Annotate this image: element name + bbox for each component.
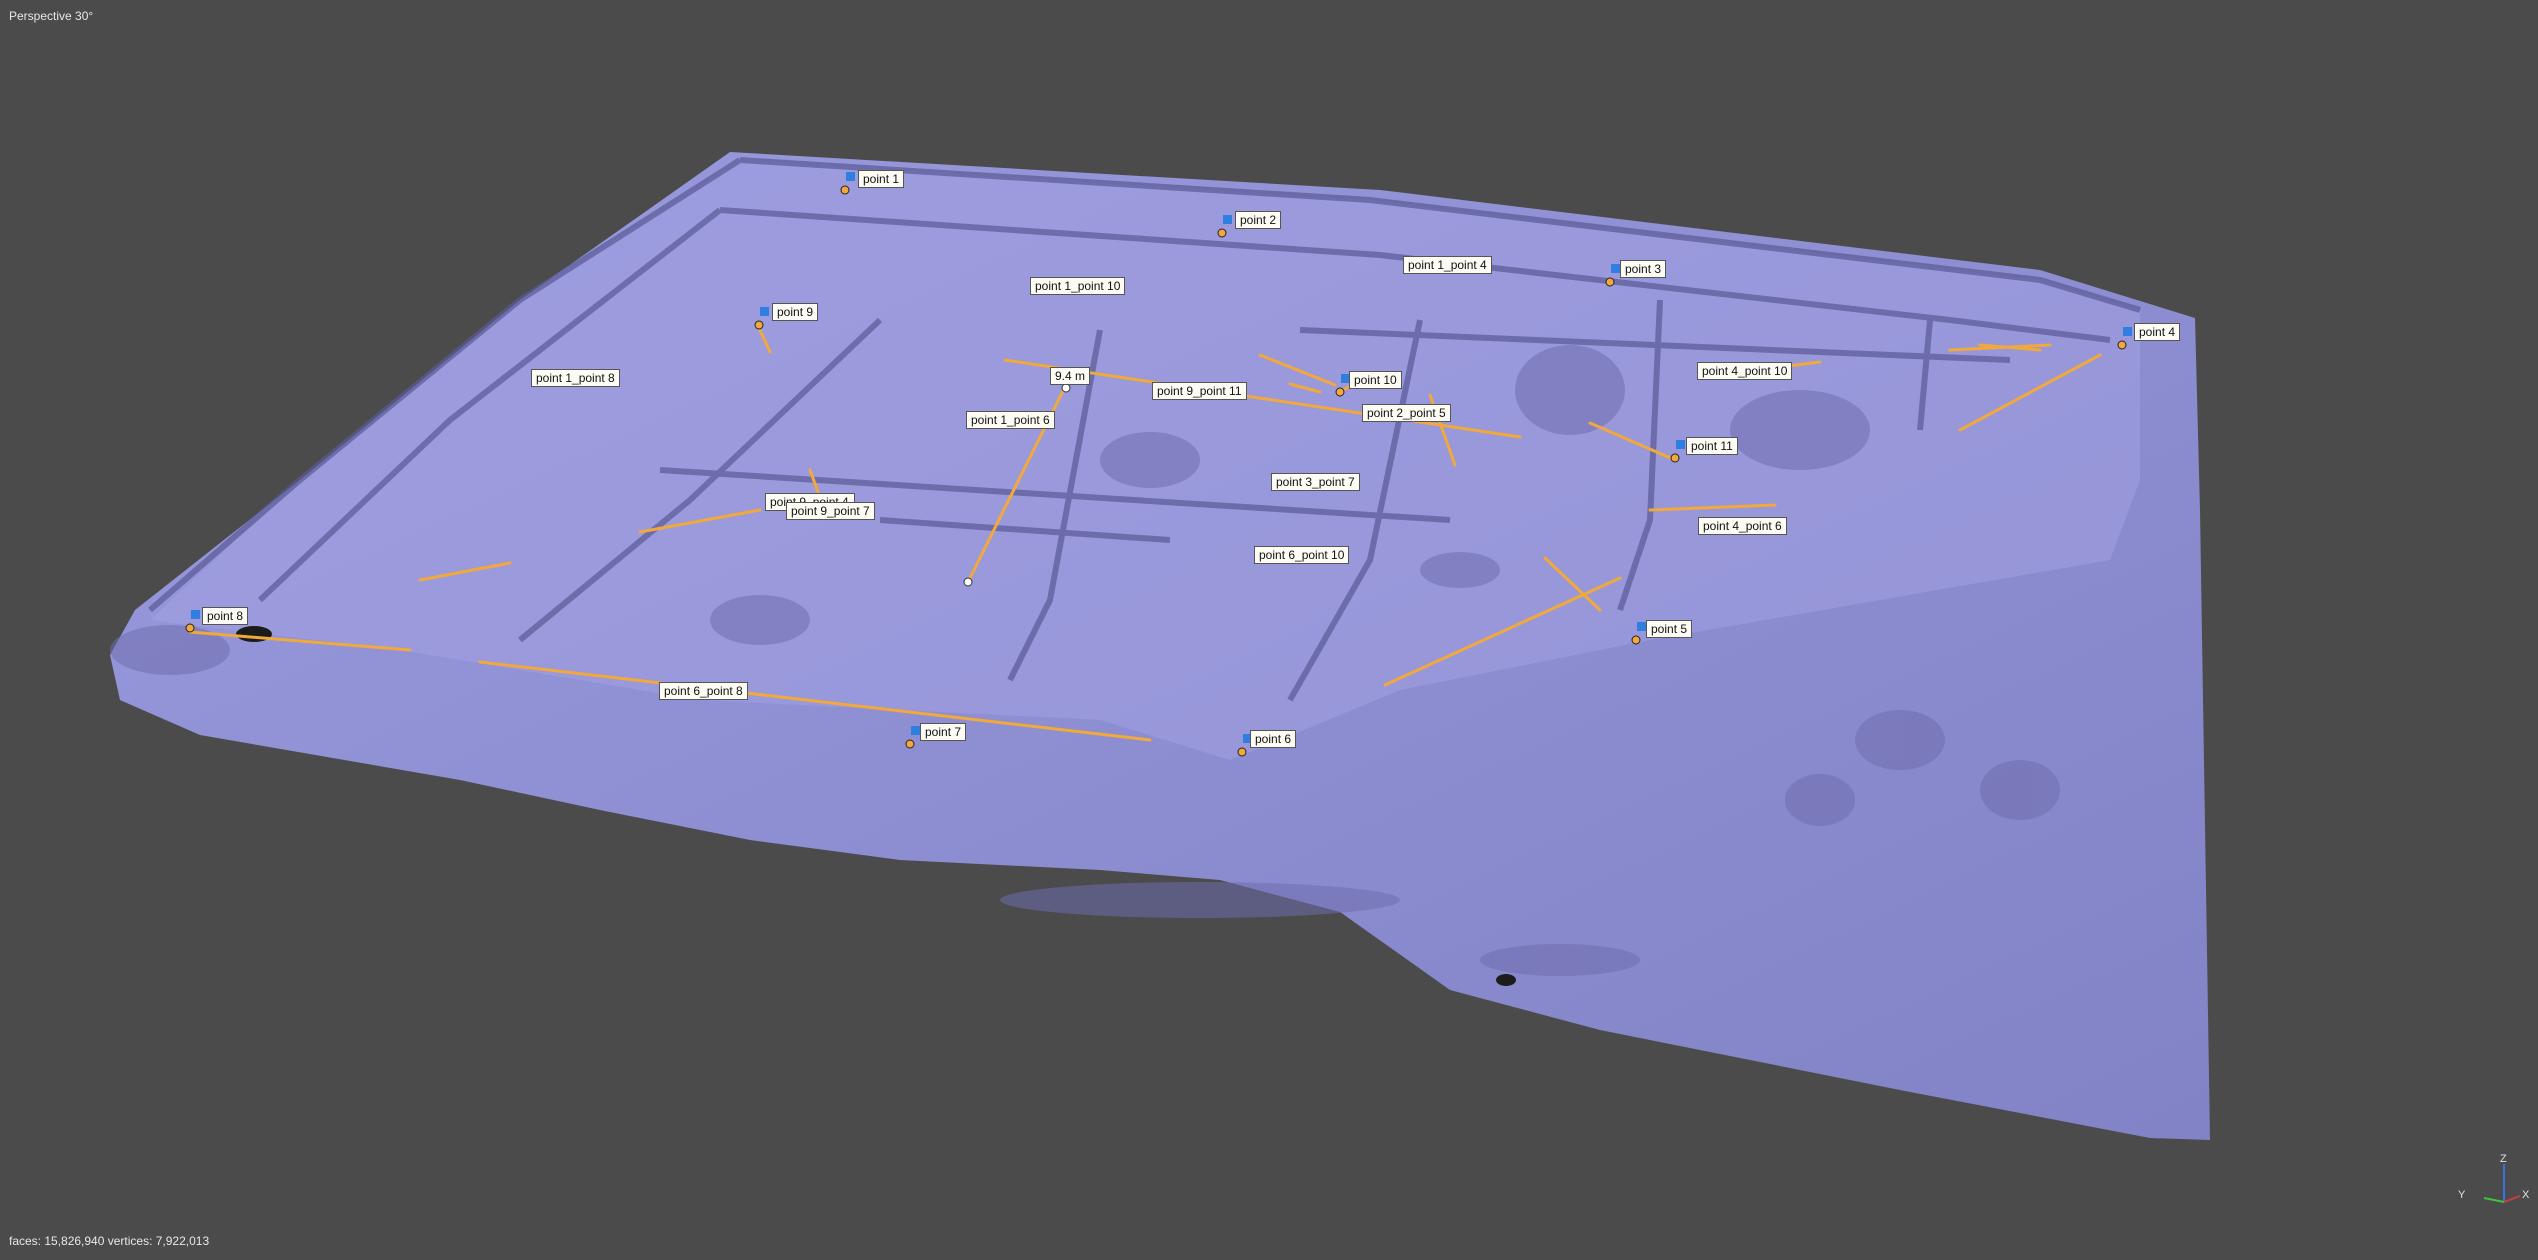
measurement-label[interactable]: point 1_point 4 xyxy=(1403,256,1492,274)
marker-point[interactable] xyxy=(1217,228,1227,238)
marker-point[interactable] xyxy=(1631,635,1641,645)
marker-label[interactable]: point 10 xyxy=(1349,371,1402,389)
marker-flag-icon[interactable] xyxy=(1676,440,1685,449)
marker-point[interactable] xyxy=(840,185,850,195)
marker-flag-icon[interactable] xyxy=(1611,264,1620,273)
marker-label[interactable]: point 9 xyxy=(772,303,819,321)
measurement-label[interactable]: point 9_point 11 xyxy=(1152,382,1247,400)
marker-point[interactable] xyxy=(2117,340,2127,350)
measurement-label[interactable]: point 6_point 10 xyxy=(1254,546,1350,564)
measurement-label[interactable]: point 3_point 7 xyxy=(1271,473,1360,491)
x-axis-line xyxy=(2503,1195,2521,1203)
measurement-label[interactable]: point 4_point 6 xyxy=(1698,517,1787,535)
3d-viewport[interactable]: Perspective 30° faces: 15,826,940 vertic… xyxy=(0,0,2538,1260)
marker-flag-icon[interactable] xyxy=(191,610,200,619)
measurement-label[interactable]: point 6_point 8 xyxy=(659,682,748,700)
axis-gizmo[interactable]: Z X Y xyxy=(2440,1150,2530,1220)
marker-label[interactable]: point 6 xyxy=(1250,730,1297,748)
y-axis-line xyxy=(2483,1197,2505,1203)
marker-label[interactable]: point 3 xyxy=(1620,260,1667,278)
marker-flag-icon[interactable] xyxy=(2123,327,2132,336)
scene-canvas[interactable] xyxy=(0,0,2538,1260)
marker-flag-icon[interactable] xyxy=(911,726,920,735)
mesh-hole xyxy=(1496,974,1516,986)
marker-point[interactable] xyxy=(754,320,764,330)
marker-flag-icon[interactable] xyxy=(846,172,855,181)
measurement-label[interactable]: point 9_point 7 xyxy=(786,502,875,520)
marker-label[interactable]: point 11 xyxy=(1686,437,1738,455)
measurement-label[interactable]: point 1_point 8 xyxy=(531,369,620,387)
z-axis-label: Z xyxy=(2500,1153,2507,1165)
marker-flag-icon[interactable] xyxy=(760,307,769,316)
active-measurement-endpoint[interactable] xyxy=(963,577,973,587)
measurement-label[interactable]: point 4_point 10 xyxy=(1697,362,1793,380)
marker-label[interactable]: point 1 xyxy=(858,170,905,188)
measurement-label[interactable]: point 1_point 6 xyxy=(966,411,1055,429)
view-mode-label: Perspective 30° xyxy=(9,9,94,23)
x-axis-label: X xyxy=(2522,1189,2530,1201)
y-axis-label: Y xyxy=(2458,1189,2466,1201)
marker-point[interactable] xyxy=(905,739,915,749)
active-measurement-value[interactable]: 9.4 m xyxy=(1050,367,1091,385)
measurement-label[interactable]: point 2_point 5 xyxy=(1362,404,1451,422)
marker-label[interactable]: point 8 xyxy=(202,607,249,625)
marker-point[interactable] xyxy=(1670,453,1680,463)
marker-label[interactable]: point 2 xyxy=(1235,211,1282,229)
marker-point[interactable] xyxy=(1335,387,1345,397)
active-measurement-endpoint[interactable] xyxy=(1061,383,1071,393)
marker-label[interactable]: point 4 xyxy=(2134,323,2181,341)
marker-point[interactable] xyxy=(185,623,195,633)
mesh-stats-label: faces: 15,826,940 vertices: 7,922,013 xyxy=(9,1234,210,1248)
marker-point[interactable] xyxy=(1605,277,1615,287)
marker-point[interactable] xyxy=(1237,747,1247,757)
marker-flag-icon[interactable] xyxy=(1223,215,1232,224)
marker-label[interactable]: point 7 xyxy=(920,723,967,741)
marker-flag-icon[interactable] xyxy=(1637,622,1646,631)
marker-label[interactable]: point 5 xyxy=(1646,620,1693,638)
measurement-label[interactable]: point 1_point 10 xyxy=(1030,277,1126,295)
